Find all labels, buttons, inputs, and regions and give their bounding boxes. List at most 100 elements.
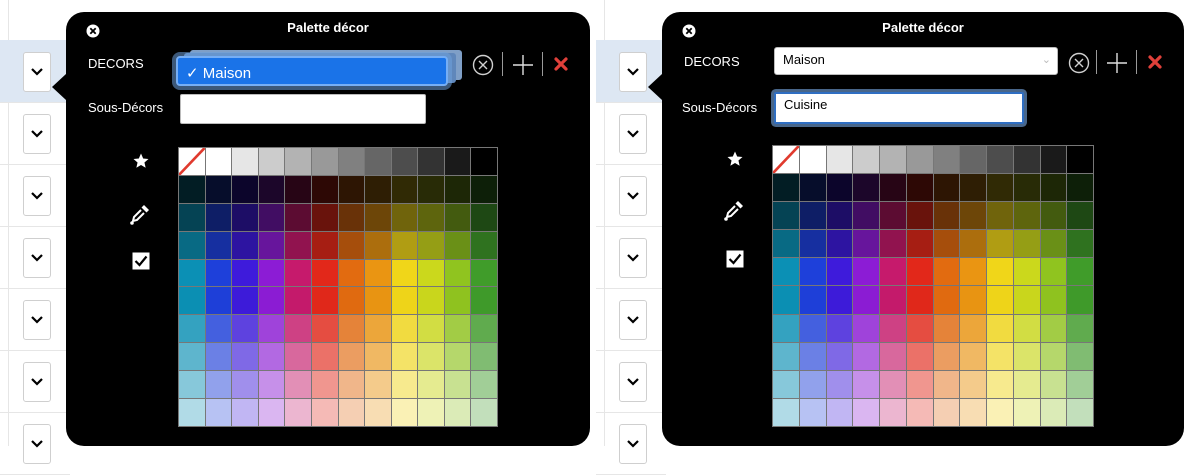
color-swatch[interactable] bbox=[1067, 146, 1093, 174]
color-swatch[interactable] bbox=[933, 342, 960, 370]
color-swatch[interactable] bbox=[960, 398, 986, 426]
decors-select[interactable]: Maison ⌄ bbox=[774, 47, 1058, 75]
chevron-down-icon[interactable] bbox=[619, 238, 647, 278]
color-swatch[interactable] bbox=[987, 370, 1013, 398]
color-swatch[interactable] bbox=[933, 230, 960, 258]
color-swatch[interactable] bbox=[232, 203, 258, 231]
color-swatch[interactable] bbox=[205, 259, 232, 287]
color-swatch[interactable] bbox=[232, 148, 258, 175]
color-swatch[interactable] bbox=[338, 343, 365, 371]
color-swatch[interactable] bbox=[285, 399, 311, 426]
color-swatch[interactable] bbox=[987, 342, 1013, 370]
color-swatch[interactable] bbox=[960, 286, 986, 314]
color-swatch[interactable] bbox=[933, 370, 960, 398]
color-swatch[interactable] bbox=[1013, 342, 1040, 370]
color-swatch[interactable] bbox=[285, 203, 311, 231]
color-swatch[interactable] bbox=[205, 399, 232, 426]
color-swatch[interactable] bbox=[826, 174, 853, 202]
color-swatch[interactable] bbox=[1040, 174, 1067, 202]
color-swatch[interactable] bbox=[471, 315, 497, 343]
color-swatch[interactable] bbox=[853, 286, 879, 314]
color-swatch[interactable] bbox=[987, 258, 1013, 286]
chevron-down-icon[interactable] bbox=[23, 176, 51, 216]
color-swatch[interactable] bbox=[880, 286, 906, 314]
color-swatch[interactable] bbox=[880, 342, 906, 370]
color-swatch[interactable] bbox=[365, 287, 391, 315]
color-swatch[interactable] bbox=[799, 342, 826, 370]
color-swatch[interactable] bbox=[906, 314, 933, 342]
color-swatch[interactable] bbox=[418, 287, 444, 315]
color-swatch[interactable] bbox=[987, 230, 1013, 258]
color-swatch[interactable] bbox=[799, 398, 826, 426]
color-swatch[interactable] bbox=[826, 258, 853, 286]
color-swatch[interactable] bbox=[880, 314, 906, 342]
color-swatch[interactable] bbox=[799, 286, 826, 314]
color-swatch[interactable] bbox=[338, 259, 365, 287]
color-swatch[interactable] bbox=[444, 203, 471, 231]
color-swatch[interactable] bbox=[232, 343, 258, 371]
color-swatch[interactable] bbox=[444, 399, 471, 426]
color-swatch[interactable] bbox=[179, 315, 205, 343]
color-swatch[interactable] bbox=[773, 370, 799, 398]
color-swatch[interactable] bbox=[773, 202, 799, 230]
color-swatch[interactable] bbox=[365, 203, 391, 231]
color-swatch[interactable] bbox=[418, 399, 444, 426]
color-swatch[interactable] bbox=[285, 175, 311, 203]
color-swatch[interactable] bbox=[906, 398, 933, 426]
color-swatch[interactable] bbox=[285, 315, 311, 343]
color-swatch[interactable] bbox=[1067, 174, 1093, 202]
color-swatch[interactable] bbox=[311, 287, 338, 315]
color-swatch[interactable] bbox=[311, 315, 338, 343]
color-swatch[interactable] bbox=[853, 314, 879, 342]
color-swatch[interactable] bbox=[418, 315, 444, 343]
color-swatch[interactable] bbox=[799, 314, 826, 342]
chevron-down-icon[interactable] bbox=[619, 52, 647, 92]
color-swatch[interactable] bbox=[311, 343, 338, 371]
color-swatch[interactable] bbox=[799, 258, 826, 286]
color-swatch[interactable] bbox=[338, 148, 365, 175]
color-swatch[interactable] bbox=[960, 174, 986, 202]
color-swatch[interactable] bbox=[826, 398, 853, 426]
color-swatch[interactable] bbox=[205, 231, 232, 259]
color-swatch[interactable] bbox=[906, 202, 933, 230]
color-swatch[interactable] bbox=[933, 146, 960, 174]
color-swatch[interactable] bbox=[444, 231, 471, 259]
color-swatch[interactable] bbox=[365, 371, 391, 399]
color-swatch[interactable] bbox=[444, 371, 471, 399]
plus-icon[interactable] bbox=[512, 54, 534, 76]
color-swatch[interactable] bbox=[391, 148, 418, 175]
color-swatch[interactable] bbox=[311, 203, 338, 231]
color-swatch[interactable] bbox=[987, 314, 1013, 342]
no-color-swatch[interactable] bbox=[179, 148, 205, 175]
color-swatch[interactable] bbox=[311, 371, 338, 399]
chevron-down-icon[interactable] bbox=[619, 300, 647, 340]
chevron-down-icon[interactable] bbox=[23, 238, 51, 278]
color-swatch[interactable] bbox=[1040, 258, 1067, 286]
color-swatch[interactable] bbox=[1067, 342, 1093, 370]
color-swatch[interactable] bbox=[285, 231, 311, 259]
color-swatch[interactable] bbox=[365, 343, 391, 371]
color-swatch[interactable] bbox=[444, 315, 471, 343]
color-swatch[interactable] bbox=[906, 174, 933, 202]
color-swatch[interactable] bbox=[880, 174, 906, 202]
color-swatch[interactable] bbox=[987, 286, 1013, 314]
color-swatch[interactable] bbox=[987, 146, 1013, 174]
color-swatch[interactable] bbox=[391, 371, 418, 399]
color-swatch[interactable] bbox=[853, 174, 879, 202]
color-swatch[interactable] bbox=[232, 399, 258, 426]
color-swatch[interactable] bbox=[773, 230, 799, 258]
color-swatch[interactable] bbox=[853, 258, 879, 286]
color-swatch[interactable] bbox=[799, 174, 826, 202]
chevron-down-icon[interactable] bbox=[23, 52, 51, 92]
color-swatch[interactable] bbox=[1040, 314, 1067, 342]
color-swatch[interactable] bbox=[418, 343, 444, 371]
color-swatch[interactable] bbox=[338, 231, 365, 259]
color-swatch[interactable] bbox=[1040, 342, 1067, 370]
color-swatch[interactable] bbox=[906, 286, 933, 314]
red-x-icon[interactable] bbox=[1148, 55, 1162, 69]
color-swatch[interactable] bbox=[933, 258, 960, 286]
color-swatch[interactable] bbox=[960, 146, 986, 174]
chevron-down-icon[interactable] bbox=[619, 114, 647, 154]
color-swatch[interactable] bbox=[906, 370, 933, 398]
color-swatch[interactable] bbox=[1067, 286, 1093, 314]
